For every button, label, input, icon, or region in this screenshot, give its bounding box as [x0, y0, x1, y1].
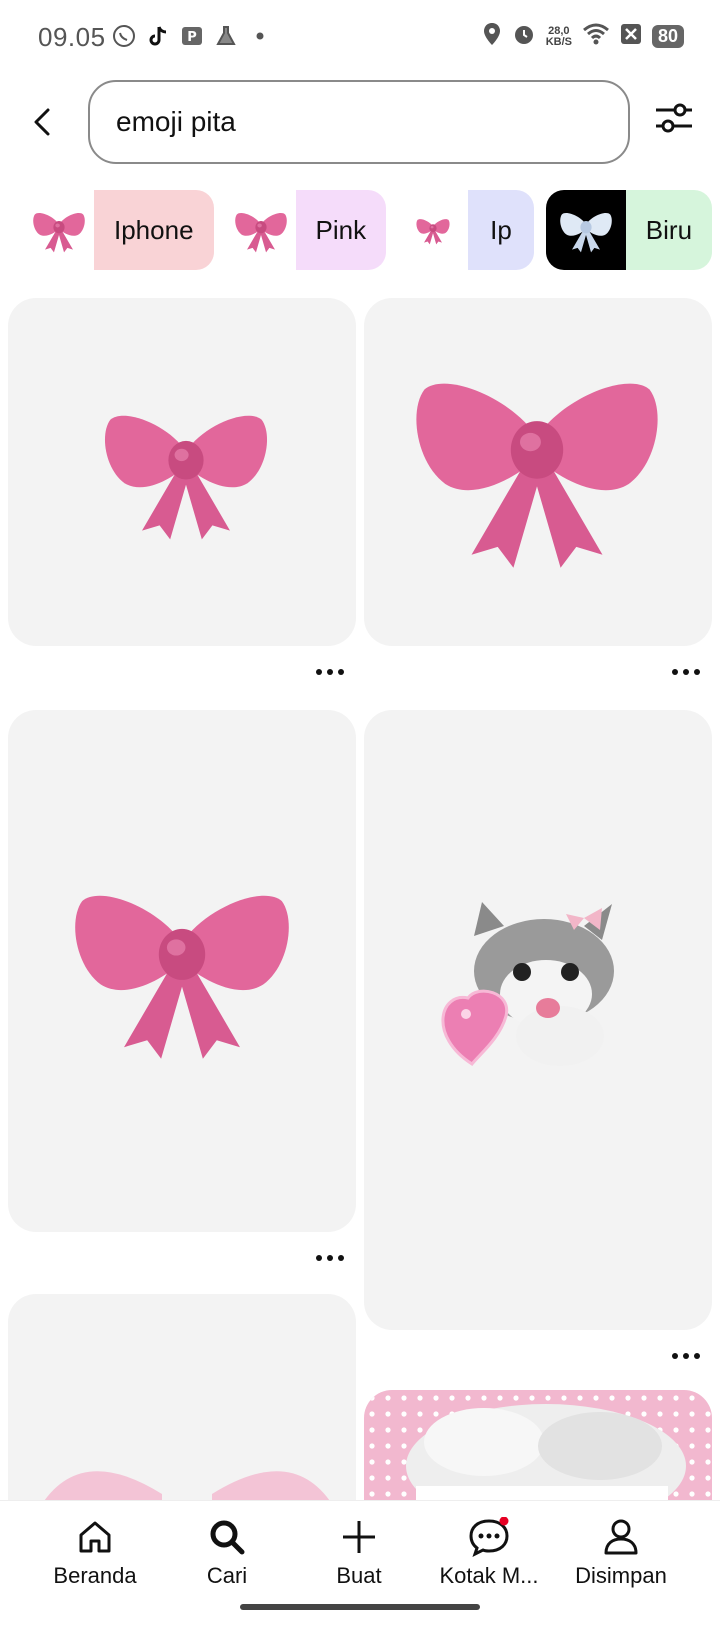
chip-thumbnail: [24, 190, 94, 270]
pink-bow-image: [98, 394, 274, 544]
pin-card[interactable]: [364, 710, 712, 1330]
net-speed-unit: KB/S: [545, 35, 572, 48]
chat-bubble-icon: [469, 1517, 509, 1557]
battery-level: 80: [651, 25, 684, 48]
nav-search-label: Cari: [206, 1563, 248, 1588]
system-icons: 28,0 KB/S 80: [482, 22, 684, 51]
tiktok-icon: [146, 24, 170, 48]
app-p-icon: P: [180, 24, 204, 48]
nav-inbox-label: Kotak M...: [439, 1563, 539, 1588]
chip-label: Pink: [295, 190, 387, 270]
nav-saved-label: Disimpan: [575, 1563, 667, 1588]
nav-saved[interactable]: Disimpan: [556, 1517, 686, 1589]
chip-thumbnail: [398, 190, 469, 270]
more-options-button[interactable]: [668, 662, 704, 682]
home-indicator[interactable]: [240, 1604, 480, 1610]
flask-icon: [214, 24, 238, 48]
dot-icon: [248, 24, 272, 48]
wifi-icon: [582, 23, 610, 50]
nav-home-label: Beranda: [53, 1563, 137, 1588]
pin-card[interactable]: [364, 298, 712, 646]
home-icon: [79, 1521, 111, 1553]
location-icon: [482, 22, 502, 51]
chip-iphone[interactable]: Iphone: [24, 190, 214, 270]
nav-inbox[interactable]: Kotak M...: [424, 1517, 554, 1589]
chevron-left-icon: [34, 108, 50, 136]
filter-button[interactable]: [652, 96, 696, 140]
nav-create[interactable]: Buat: [294, 1517, 424, 1589]
chip-pink[interactable]: Pink: [225, 190, 387, 270]
chip-biru[interactable]: Biru: [545, 190, 713, 270]
chip-thumbnail: [225, 190, 296, 270]
alarm-icon: [512, 22, 536, 51]
nav-create-label: Buat: [336, 1563, 382, 1588]
pink-bow-image: [406, 348, 668, 578]
status-time: 09.05: [38, 22, 106, 52]
pin-card[interactable]: [8, 298, 356, 646]
net-speed-value: 28,0: [548, 24, 570, 37]
chip-thumbnail: [545, 190, 626, 270]
chip-ip[interactable]: Ip: [398, 190, 534, 270]
no-sim-icon: [620, 23, 642, 50]
status-bar: 09.05 P 28,0 KB/S 80: [0, 0, 720, 78]
nav-search[interactable]: Cari: [162, 1517, 292, 1589]
more-options-button[interactable]: [312, 1248, 348, 1268]
sliders-icon: [656, 103, 692, 133]
chip-label: Ip: [468, 190, 534, 270]
search-icon: [210, 1520, 245, 1555]
more-options-button[interactable]: [312, 662, 348, 682]
search-input[interactable]: emoji pita: [88, 80, 630, 164]
cat-with-heart-image: [441, 902, 614, 1066]
pin-card[interactable]: [8, 1294, 356, 1534]
back-button[interactable]: [26, 104, 62, 140]
profile-icon: [604, 1519, 638, 1555]
plus-icon: [343, 1521, 375, 1553]
chip-label: Iphone: [94, 190, 214, 270]
whatsapp-icon: [112, 24, 136, 48]
search-query: emoji pita: [116, 106, 236, 137]
svg-text:P: P: [187, 30, 197, 45]
nav-home[interactable]: Beranda: [30, 1517, 160, 1589]
pink-bow-image: [66, 866, 298, 1066]
notification-icons: P: [112, 24, 272, 48]
chip-label: Biru: [625, 190, 713, 270]
more-options-button[interactable]: [668, 1346, 704, 1366]
suggestion-chips: Iphone Pink Ip Biru: [24, 190, 720, 272]
pin-card[interactable]: [8, 710, 356, 1232]
net-speed: 28,0 KB/S: [545, 24, 572, 48]
